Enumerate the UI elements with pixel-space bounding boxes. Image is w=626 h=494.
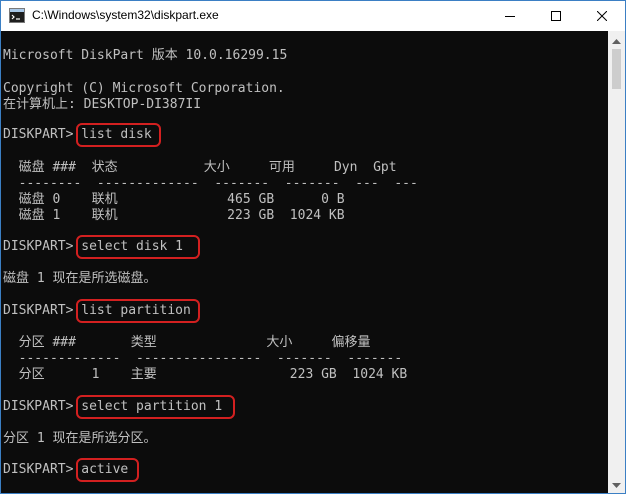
disk-table-header: 磁盘 ### 状态 大小 可用 Dyn Gpt xyxy=(3,160,397,175)
console-line-version: Microsoft DiskPart 版本 10.0.16299.15 xyxy=(3,48,288,63)
close-icon xyxy=(597,11,607,21)
scroll-up-arrow-icon xyxy=(612,31,621,49)
maximize-button[interactable] xyxy=(533,1,579,31)
vertical-scrollbar[interactable] xyxy=(608,31,625,493)
console-line-command: DISKPART> select partition 1 xyxy=(3,399,223,414)
scroll-down-button[interactable] xyxy=(608,476,625,493)
disk-table-row: 磁盘 0 联机 465 GB 0 B xyxy=(3,192,345,207)
minimize-button[interactable] xyxy=(487,1,533,31)
partition-table-row: 分区 1 主要 223 GB 1024 KB xyxy=(3,367,408,382)
maximize-icon xyxy=(551,11,561,21)
console-output[interactable]: Microsoft DiskPart 版本 10.0.16299.15 Copy… xyxy=(1,31,608,493)
console-line-command: DISKPART> select disk 1 xyxy=(3,239,184,254)
console-line-computer: 在计算机上: DESKTOP-DI387II xyxy=(3,97,202,112)
window-title: C:\Windows\system32\diskpart.exe xyxy=(32,8,219,22)
partition-table-separator: ------------- ---------------- ------- -… xyxy=(3,351,403,366)
console-line-command: DISKPART> list partition xyxy=(3,303,191,318)
console-line-command: DISKPART> list disk xyxy=(3,127,152,142)
scroll-down-arrow-icon xyxy=(612,476,621,494)
minimize-icon xyxy=(505,11,515,21)
console-line-copyright: Copyright (C) Microsoft Corporation. xyxy=(3,81,285,96)
close-button[interactable] xyxy=(579,1,625,31)
console-line-result: 磁盘 1 现在是所选磁盘。 xyxy=(3,271,157,286)
scroll-up-button[interactable] xyxy=(608,31,625,48)
console-line-result: 分区 1 现在是所选分区。 xyxy=(3,431,157,446)
title-bar[interactable]: C:\Windows\system32\diskpart.exe xyxy=(1,1,625,31)
partition-table-header: 分区 ### 类型 大小 偏移量 xyxy=(3,335,371,350)
disk-table-separator: -------- ------------- ------- ------- -… xyxy=(3,176,418,191)
diskpart-window: C:\Windows\system32\diskpart.exe Microso… xyxy=(0,0,626,494)
scroll-thumb[interactable] xyxy=(612,49,621,89)
console-line-command: DISKPART> active xyxy=(3,462,129,477)
disk-table-row: 磁盘 1 联机 223 GB 1024 KB xyxy=(3,208,345,223)
console-app-icon xyxy=(9,8,25,23)
